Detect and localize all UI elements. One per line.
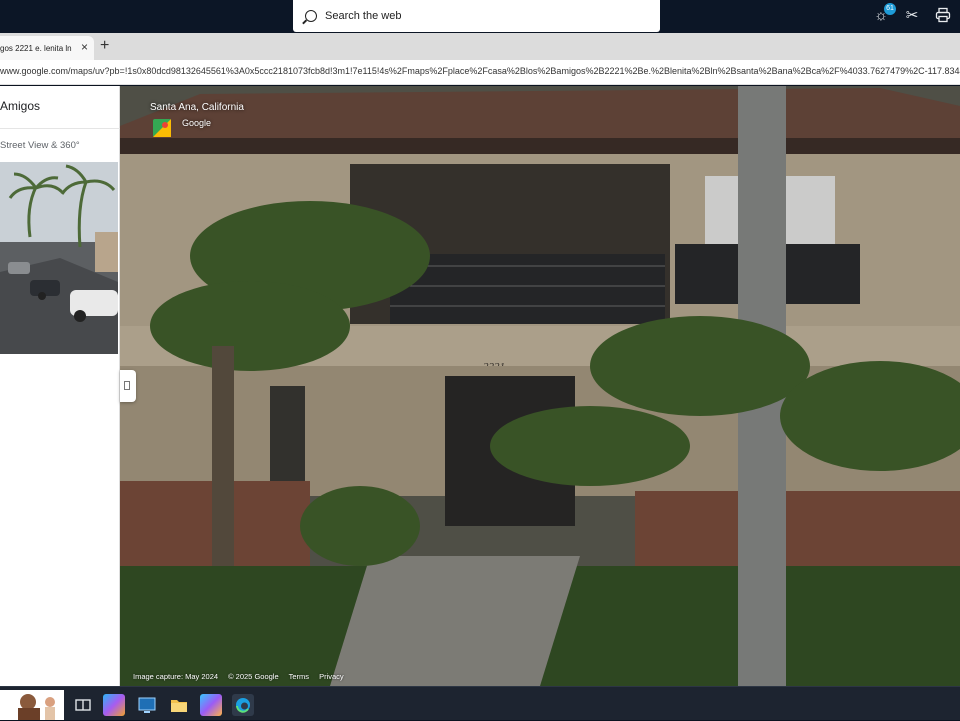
remote-desktop-icon[interactable] bbox=[136, 694, 158, 716]
close-icon[interactable]: × bbox=[81, 40, 88, 54]
copilot-app-icon[interactable] bbox=[103, 694, 125, 716]
google-brand: Google bbox=[182, 118, 212, 128]
copilot-icon[interactable]: ☼ 61 bbox=[872, 3, 896, 25]
notification-badge: 61 bbox=[884, 3, 896, 15]
taskbar bbox=[0, 686, 960, 720]
terms-link[interactable]: Terms bbox=[289, 672, 309, 681]
collapse-panel-button[interactable] bbox=[120, 370, 136, 402]
google-maps-icon bbox=[153, 119, 171, 137]
scissors-icon[interactable]: ✂ bbox=[903, 7, 921, 25]
street-view-footer: Image capture: May 2024 © 2025 Google Te… bbox=[133, 672, 344, 681]
chevron-left-icon bbox=[124, 381, 130, 390]
place-title: Amigos bbox=[0, 99, 41, 113]
divider bbox=[0, 128, 120, 129]
thumbnail-scene bbox=[0, 162, 118, 354]
new-tab-button[interactable]: + bbox=[100, 37, 109, 55]
browser-tab[interactable]: gos 2221 e. lenita ln s × bbox=[0, 36, 94, 60]
street-view-thumbnail[interactable] bbox=[0, 162, 118, 354]
street-view-label[interactable]: Street View & 360° bbox=[0, 140, 80, 151]
copilot-pro-icon[interactable] bbox=[200, 694, 222, 716]
file-explorer-icon[interactable] bbox=[168, 694, 190, 716]
image-capture-date: Image capture: May 2024 bbox=[133, 672, 219, 681]
web-search-box[interactable]: Search the web bbox=[293, 0, 660, 32]
task-view-icon[interactable] bbox=[72, 694, 94, 716]
avatar-image bbox=[0, 690, 64, 720]
privacy-link[interactable]: Privacy bbox=[319, 672, 344, 681]
address-url: www.google.com/maps/uv?pb=!1s0x80dcd9813… bbox=[0, 66, 960, 76]
search-placeholder: Search the web bbox=[325, 10, 402, 22]
street-view-location: Santa Ana, California bbox=[150, 102, 244, 113]
print-icon[interactable] bbox=[934, 7, 952, 25]
browser-tab-strip: gos 2221 e. lenita ln s × + bbox=[0, 33, 960, 60]
printer-glyph bbox=[935, 7, 951, 23]
edge-browser-icon[interactable] bbox=[232, 694, 254, 716]
avatar[interactable] bbox=[0, 690, 64, 720]
address-bar[interactable]: www.google.com/maps/uv?pb=!1s0x80dcd9813… bbox=[0, 60, 960, 85]
street-view-panorama[interactable]: 2221 Santa Ana, California Google bbox=[120, 86, 960, 686]
system-top-bar: Search the web ☼ 61 ✂ bbox=[0, 0, 960, 33]
panorama-scene: 2221 bbox=[120, 86, 960, 686]
search-icon bbox=[305, 10, 317, 22]
tab-title: gos 2221 e. lenita ln s bbox=[0, 43, 74, 53]
copyright: © 2025 Google bbox=[228, 672, 279, 681]
place-side-panel: Amigos Street View & 360° bbox=[0, 86, 120, 686]
